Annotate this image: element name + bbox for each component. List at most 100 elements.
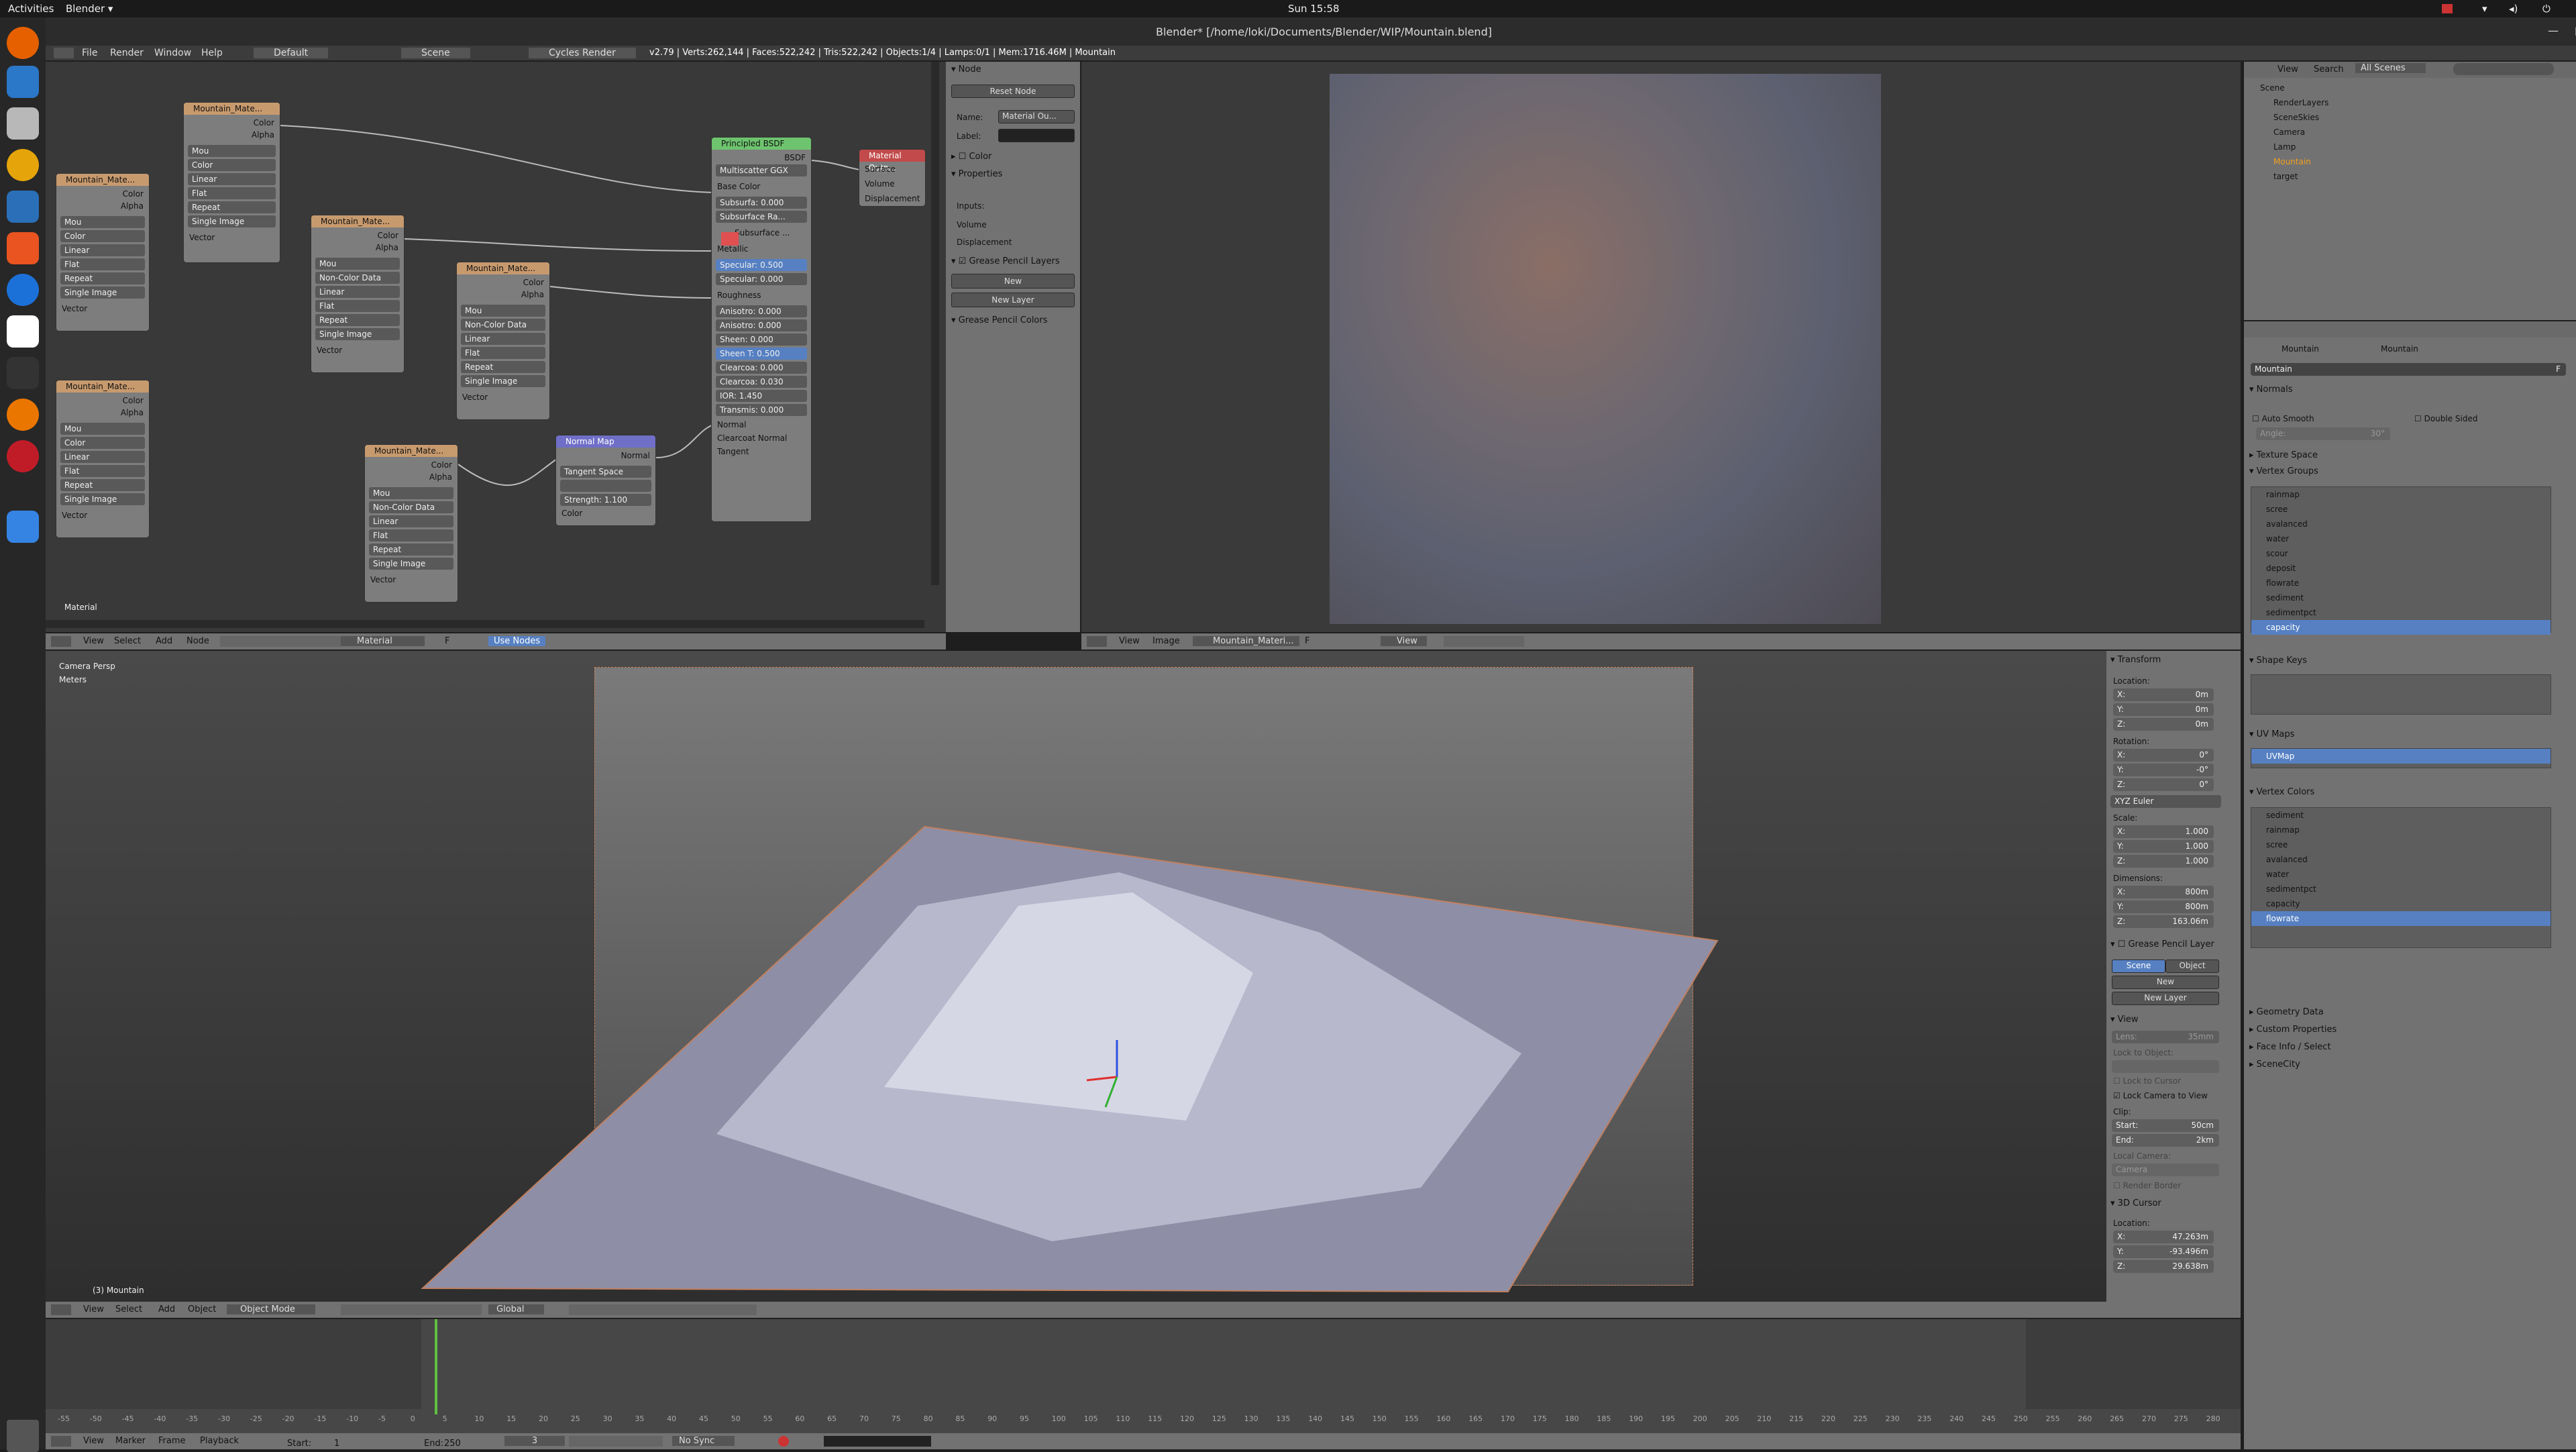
angle-field[interactable]: Angle: 30° [2256,427,2390,440]
outliner-search-field[interactable] [2453,63,2554,75]
menu-view[interactable]: View [83,636,104,646]
source-select[interactable]: Single Image [461,375,545,387]
sync-mode-selector[interactable]: No Sync [672,1436,735,1446]
fake-user-button[interactable]: F [1305,636,1309,646]
color-space-select[interactable]: Non-Color Data [315,272,400,284]
vertex-group-item[interactable]: flowrate [2251,576,2551,590]
image-selector[interactable]: Mou [461,305,545,317]
dimension-x-field[interactable]: X: 800m [2113,886,2214,898]
editor-type-icon[interactable] [51,636,71,647]
menu-search[interactable]: Search [2314,64,2344,74]
anisotropic-rotation-slider[interactable]: Anisotro: 0.000 [716,319,807,331]
menu-object[interactable]: Object [188,1304,216,1314]
scale-x-field[interactable]: X: 1.000 [2113,825,2214,838]
color-section-header[interactable]: ▸ ☐ Color [951,150,991,164]
vertex-group-item[interactable]: avalanced [2251,517,2551,531]
menu-frame[interactable]: Frame [158,1436,186,1446]
editor-type-icon[interactable] [51,1304,71,1315]
editor-type-icon[interactable] [51,1436,71,1447]
layer-buttons[interactable] [569,1304,757,1315]
reset-node-button[interactable]: Reset Node [951,85,1075,98]
rotation-mode-select[interactable]: XYZ Euler [2110,795,2221,808]
custom-properties-header[interactable]: ▸ Custom Properties [2249,1023,2337,1037]
image-selector[interactable]: Mou [188,145,276,157]
indicator-icon[interactable] [2442,4,2453,13]
extension-select[interactable]: Repeat [369,543,453,556]
firefox-icon[interactable] [7,27,39,59]
dimension-y-field[interactable]: Y: 800m [2113,900,2214,913]
writer-icon[interactable] [7,191,39,223]
blender-icon[interactable] [7,399,39,431]
outliner-item-camera[interactable]: Camera [2244,125,2576,140]
scale-y-field[interactable]: Y: 1.000 [2113,840,2214,853]
subsurface-color-swatch[interactable] [721,232,739,246]
display-mode-selector[interactable]: All Scenes [2355,63,2426,73]
amazon-icon[interactable] [7,315,39,348]
thunderbird-icon[interactable] [7,66,39,98]
render-engine-selector[interactable]: Cycles Render [529,48,636,58]
vertex-colors-list[interactable]: sediment rainmap scree avalanced water s… [2251,807,2551,948]
shape-keys-list[interactable] [2251,674,2551,715]
source-select[interactable]: Single Image [369,558,453,570]
menu-image[interactable]: Image [1152,636,1180,646]
app-grid-icon[interactable] [7,1420,39,1452]
playback-controls[interactable] [569,1436,663,1447]
vertex-color-item[interactable]: sedimentpct [2251,882,2551,896]
normal-map-node[interactable]: Normal Map Normal Tangent Space Strength… [555,435,656,526]
node-editor[interactable]: Mountain_Mate... Color Alpha Mou Color L… [46,62,946,632]
color-space-select[interactable]: Non-Color Data [461,319,545,331]
uv-maps-list[interactable]: UVMap [2251,748,2551,768]
mode-selector[interactable]: Object Mode [227,1304,315,1314]
menu-marker[interactable]: Marker [115,1436,146,1446]
uv-maps-header[interactable]: ▾ UV Maps [2249,728,2294,741]
orientation-selector[interactable]: Global [488,1304,545,1314]
color-space-select[interactable]: Color [60,230,145,242]
local-camera-field[interactable]: Camera [2112,1163,2219,1176]
menu-view[interactable]: View [2277,64,2298,74]
rotation-y-field[interactable]: Y: -0° [2113,764,2214,776]
specular-slider[interactable]: Specular: 0.500 [716,259,807,271]
interpolation-select[interactable]: Linear [60,244,145,256]
outliner-item-renderlayers[interactable]: RenderLayers [2244,95,2576,110]
sheen-slider[interactable]: Sheen: 0.000 [716,333,807,346]
source-select[interactable]: Single Image [188,215,276,227]
shader-type-buttons[interactable] [220,636,341,647]
rotation-z-field[interactable]: Z: 0° [2113,778,2214,791]
projection-select[interactable]: Flat [188,187,276,199]
menu-playback[interactable]: Playback [200,1436,239,1446]
gp-object-tab[interactable]: Object [2165,960,2219,973]
name-field[interactable]: Material Ou... [998,110,1075,123]
double-sided-checkbox[interactable]: ☐ Double Sided [2414,414,2477,423]
vertex-color-item[interactable]: scree [2251,837,2551,852]
grease-pencil-new-button[interactable]: New [951,274,1075,289]
vertex-group-item[interactable]: sedimentpct [2251,605,2551,620]
software-icon[interactable] [7,232,39,264]
keying-set-field[interactable] [824,1436,931,1447]
menu-file[interactable]: File [82,48,97,58]
cursor-y-field[interactable]: Y: -93.496m [2113,1245,2214,1258]
properties-tabs[interactable] [2244,321,2576,338]
ior-field[interactable]: IOR: 1.450 [716,390,807,402]
source-select[interactable]: Single Image [315,328,400,340]
anisotropic-slider[interactable]: Anisotro: 0.000 [716,305,807,317]
dimension-z-field[interactable]: Z: 163.06m [2113,915,2214,928]
rhythmbox-icon[interactable] [7,149,39,181]
normals-header[interactable]: ▾ Normals [2249,383,2292,397]
interpolation-select[interactable]: Linear [188,173,276,185]
timeline[interactable] [46,1319,2241,1433]
vertex-color-item[interactable]: avalanced [2251,852,2551,867]
subsurface-radius-field[interactable]: Subsurface Ra... [716,211,807,223]
new-layer-button[interactable]: New Layer [951,293,1075,307]
image-texture-node[interactable]: Mountain_Mate... Color Alpha Mou Color L… [183,102,280,263]
power-icon[interactable]: ⏻ [2542,3,2551,15]
clip-start-field[interactable]: Start: 50cm [2112,1119,2219,1132]
color-space-select[interactable]: Color [188,159,276,171]
source-select[interactable]: Single Image [60,287,145,299]
image-selector[interactable]: Mou [60,423,145,435]
vertex-color-item[interactable]: capacity [2251,896,2551,911]
vertex-groups-header[interactable]: ▾ Vertex Groups [2249,465,2318,478]
shape-keys-header[interactable]: ▾ Shape Keys [2249,654,2307,668]
image-selector[interactable]: Mountain_Materi... [1193,636,1299,646]
clearcoat-roughness-slider[interactable]: Clearcoa: 0.030 [716,376,807,388]
view-mode-selector[interactable]: View [1381,636,1427,646]
